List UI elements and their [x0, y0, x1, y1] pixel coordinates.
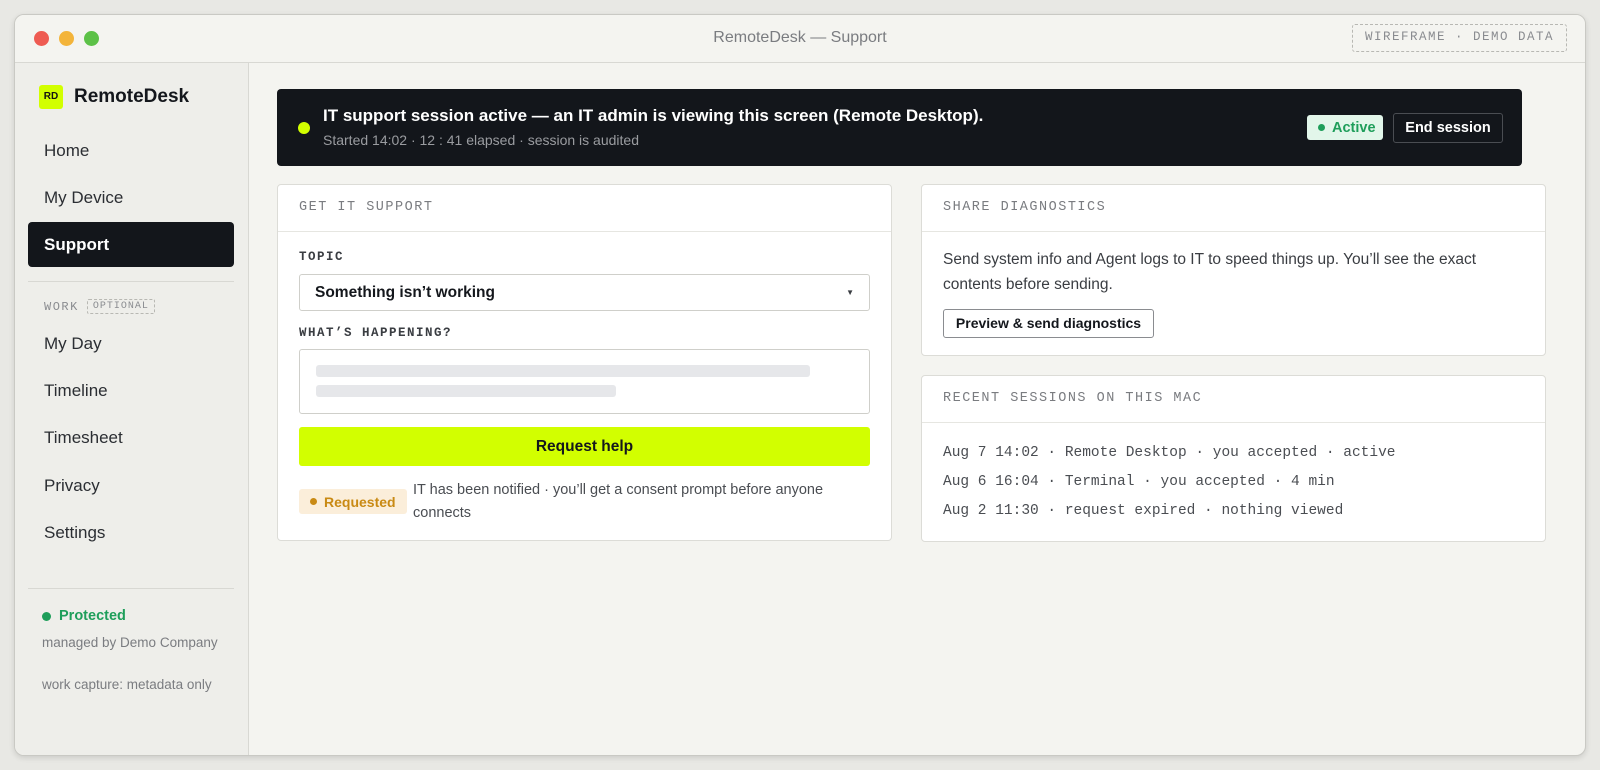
- sidebar-item-timeline[interactable]: Timeline: [28, 368, 234, 413]
- title-bar: RemoteDesk — Support WIREFRAME · DEMO DA…: [15, 15, 1585, 63]
- sidebar: RD RemoteDesk Home My Device Support WOR…: [15, 63, 249, 755]
- sidebar-item-support[interactable]: Support: [28, 222, 234, 267]
- sidebar-item-my-day[interactable]: My Day: [28, 321, 234, 366]
- whats-happening-label: WHAT’S HAPPENING?: [299, 326, 453, 340]
- optional-tag: OPTIONAL: [86, 299, 155, 314]
- request-status-note: IT has been notified · you’ll get a cons…: [413, 482, 824, 521]
- work-capture-note: work capture: metadata only: [42, 677, 212, 692]
- brand-name: RemoteDesk: [74, 86, 190, 107]
- protected-label: Protected: [59, 608, 126, 624]
- banner-subtitle: Started 14:02 · 12 : 41 elapsed · sessio…: [323, 132, 639, 148]
- session-status-badge: Active: [1307, 115, 1383, 140]
- share-diagnostics-heading: SHARE DIAGNOSTICS: [922, 185, 1545, 232]
- recent-sessions-card: RECENT SESSIONS ON THIS MAC Aug 7 14:02 …: [921, 375, 1546, 542]
- sidebar-item-privacy[interactable]: Privacy: [28, 463, 234, 508]
- window-title: RemoteDesk — Support: [713, 29, 887, 46]
- sidebar-item-settings[interactable]: Settings: [28, 510, 234, 555]
- banner-title: IT support session active — an IT admin …: [323, 106, 984, 125]
- recent-sessions-heading: RECENT SESSIONS ON THIS MAC: [922, 376, 1545, 423]
- topic-select[interactable]: Something isn’t working ▼: [299, 274, 870, 311]
- preview-send-diagnostics-button[interactable]: Preview & send diagnostics: [943, 309, 1154, 338]
- active-dot-icon: [1318, 124, 1325, 131]
- sidebar-divider: [28, 588, 234, 589]
- active-badge-label: Active: [1332, 119, 1376, 136]
- work-section-label: WORK OPTIONAL: [44, 299, 155, 314]
- get-support-card: GET IT SUPPORT TOPIC Something isn’t wor…: [277, 184, 892, 541]
- chevron-down-icon: ▼: [846, 288, 854, 297]
- main-content: IT support session active — an IT admin …: [249, 63, 1585, 755]
- session-banner: IT support session active — an IT admin …: [277, 89, 1522, 166]
- status-dot-icon: [42, 611, 51, 621]
- session-list-item: Aug 6 16:04 · Terminal · you accepted · …: [943, 474, 1335, 490]
- app-window: RemoteDesk — Support WIREFRAME · DEMO DA…: [14, 14, 1586, 756]
- protection-status: Protected: [42, 608, 126, 624]
- sidebar-item-timesheet[interactable]: Timesheet: [28, 415, 234, 460]
- sidebar-item-home[interactable]: Home: [28, 128, 234, 173]
- wireframe-tag: WIREFRAME · DEMO DATA: [1351, 24, 1567, 52]
- diagnostics-description: Send system info and Agent logs to IT to…: [943, 251, 1477, 293]
- placeholder-line: [316, 385, 616, 397]
- sidebar-divider: [28, 281, 234, 282]
- request-help-button[interactable]: Request help: [299, 427, 870, 466]
- live-indicator-icon: [298, 122, 310, 134]
- end-session-button[interactable]: End session: [1393, 113, 1503, 143]
- topic-label: TOPIC: [299, 250, 345, 264]
- sidebar-item-my-device[interactable]: My Device: [28, 175, 234, 220]
- managed-by-note: managed by Demo Company: [42, 635, 218, 650]
- pending-dot-icon: [310, 498, 317, 505]
- placeholder-line: [316, 365, 810, 377]
- brand: RD RemoteDesk: [39, 85, 189, 109]
- session-list-item: Aug 7 14:02 · Remote Desktop · you accep…: [943, 445, 1396, 461]
- work-label: WORK: [44, 299, 79, 314]
- whats-happening-textarea[interactable]: [299, 349, 870, 414]
- share-diagnostics-card: SHARE DIAGNOSTICS Send system info and A…: [921, 184, 1546, 356]
- brand-logo: RD: [39, 85, 63, 109]
- requested-badge: Requested: [299, 489, 407, 514]
- requested-label: Requested: [324, 493, 396, 510]
- topic-value: Something isn’t working: [315, 284, 495, 301]
- session-list-item: Aug 2 11:30 · request expired · nothing …: [943, 503, 1344, 519]
- get-support-heading: GET IT SUPPORT: [278, 185, 891, 232]
